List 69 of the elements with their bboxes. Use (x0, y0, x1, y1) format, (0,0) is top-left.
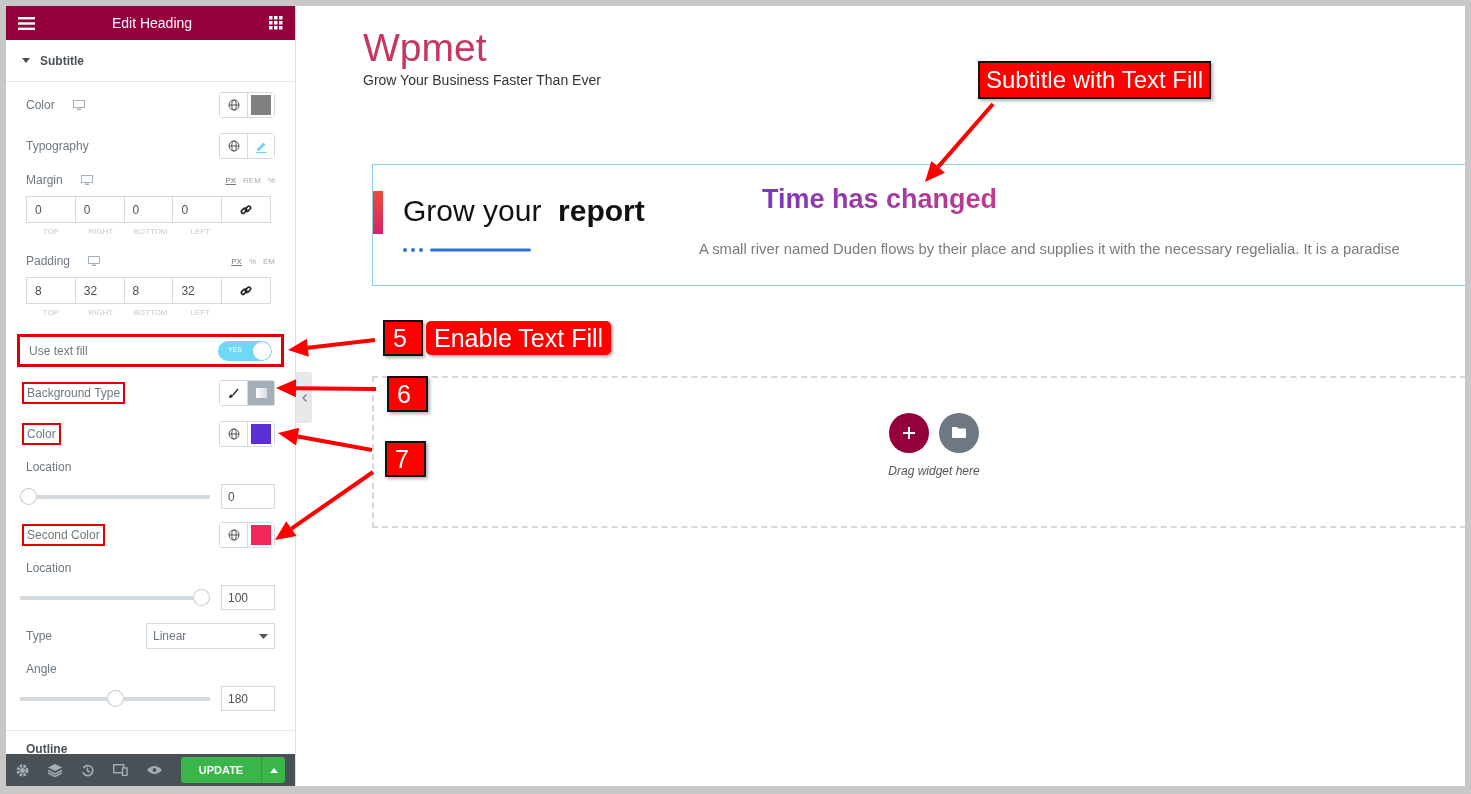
gradient-icon (255, 388, 267, 398)
site-tagline: Grow Your Business Faster Than Ever (363, 72, 601, 88)
globe-icon (227, 428, 240, 440)
template-button[interactable] (939, 412, 979, 453)
slider-thumb[interactable] (106, 690, 124, 707)
dimension-field[interactable]: 0 (74, 196, 125, 223)
heading-title: Grow your report (403, 194, 645, 228)
link-button[interactable] (221, 196, 272, 223)
dimension-field[interactable]: 32 (172, 277, 223, 304)
step-number: 6 (387, 376, 428, 412)
number-field[interactable]: 0 (221, 484, 275, 509)
accent-bar (373, 191, 383, 234)
dimension-field[interactable]: 8 (123, 277, 174, 304)
section-title[interactable]: Outline (26, 742, 68, 754)
dimension-field[interactable]: 0 (172, 196, 223, 223)
add-section-button[interactable] (889, 412, 929, 453)
control-label: Location (26, 460, 73, 474)
dimension-field[interactable]: 0 (26, 196, 76, 223)
panel-title: Edit Heading (111, 15, 193, 31)
widgets-button[interactable] (269, 16, 283, 30)
control-label: Use text fill (29, 343, 88, 358)
link-icon (240, 203, 253, 216)
globe-icon (227, 99, 240, 111)
site-title: Wpmet (363, 26, 487, 70)
control-label: Typography (26, 139, 89, 153)
drop-hint: Drag widget here (888, 463, 980, 478)
slider-thumb[interactable] (193, 589, 210, 606)
type-dropdown[interactable]: Linear (146, 623, 275, 649)
globe-icon (227, 140, 240, 152)
control-label: Color (26, 98, 55, 112)
control-label: Angle (26, 662, 58, 676)
link-button[interactable] (221, 277, 272, 304)
folder-icon (952, 427, 966, 438)
number-field[interactable]: 180 (221, 686, 275, 711)
control-label: Type (26, 629, 52, 643)
menu-button[interactable] (18, 16, 35, 30)
menu-icon (18, 16, 35, 30)
caret-icon (259, 633, 268, 639)
dimension-field[interactable]: 0 (123, 196, 174, 223)
step-number: 7 (385, 441, 426, 477)
slider-thumb[interactable] (20, 488, 37, 505)
step-number: 5 (383, 320, 423, 356)
layers-icon[interactable] (48, 763, 62, 777)
unit-option[interactable]: PX (231, 256, 242, 266)
control-label: Margin (26, 173, 63, 187)
grid-icon (269, 16, 283, 30)
caret-icon (22, 58, 30, 63)
plus-icon (903, 426, 915, 439)
number-field[interactable]: 100 (221, 585, 275, 610)
control-label: Location (26, 561, 73, 575)
eye-icon[interactable] (147, 765, 162, 775)
history-icon[interactable] (81, 763, 94, 777)
callout-label: Subtitle with Text Fill (978, 61, 1211, 99)
unit-option[interactable]: PX (225, 175, 237, 185)
step-label: Enable Text Fill (426, 321, 612, 355)
dimension-field[interactable]: 8 (26, 277, 76, 304)
caret-icon (269, 767, 278, 773)
dimension-field[interactable]: 32 (74, 277, 125, 304)
section-header[interactable]: Subtitle (6, 40, 295, 82)
chevron-icon (301, 393, 307, 402)
responsive-icon[interactable] (113, 764, 128, 776)
control-label: Padding (26, 254, 71, 268)
settings-icon[interactable] (16, 763, 29, 777)
brush-icon (228, 387, 239, 399)
update-options-button[interactable] (261, 757, 285, 783)
globe-icon (227, 529, 240, 541)
heading-description: A small river named Duden flows by their place and supplies it with the necessary regelialia. It is a paradise (699, 241, 1400, 257)
collapse-panel-button[interactable] (296, 372, 312, 423)
link-icon (240, 284, 253, 297)
